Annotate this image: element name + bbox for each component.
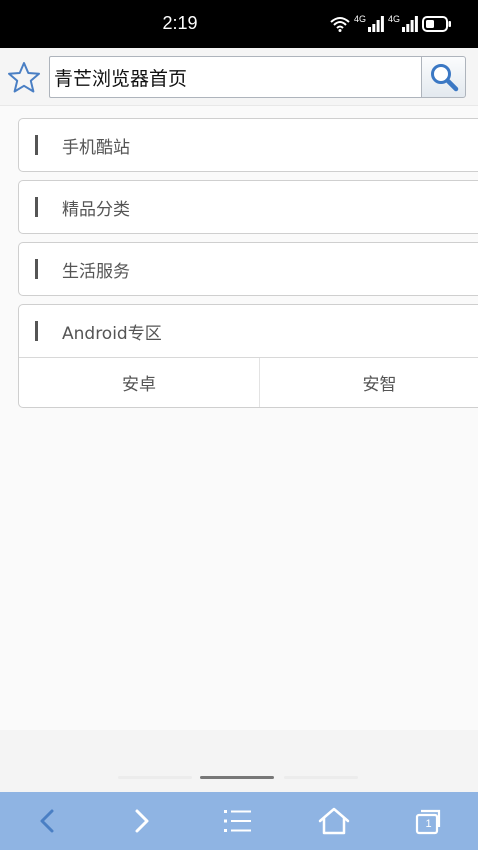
signal-icon (402, 16, 418, 32)
forward-button[interactable] (122, 804, 162, 838)
category-item[interactable]: 手机酷站 (18, 118, 478, 172)
bookmark-button[interactable] (6, 60, 42, 96)
magnifier-icon (430, 64, 458, 92)
page-indicator (284, 776, 358, 779)
category-item[interactable]: 生活服务 (18, 242, 478, 296)
back-button[interactable] (27, 804, 67, 838)
menu-button[interactable] (218, 804, 258, 838)
tabs-button[interactable]: 1 (408, 804, 448, 838)
network-type-label: 4G (353, 14, 366, 24)
category-marker (35, 259, 38, 279)
category-marker (35, 321, 38, 341)
category-item-android: Android专区 安卓 安智 (18, 304, 478, 408)
status-bar: 2:19 4G 4G (0, 0, 478, 48)
status-time: 2:19 (162, 13, 198, 33)
address-bar: 青芒浏览器首页 (0, 48, 478, 106)
page-indicator (118, 776, 192, 779)
url-input[interactable]: 青芒浏览器首页 (49, 56, 422, 98)
search-button[interactable] (421, 56, 466, 98)
category-label: Android专区 (62, 323, 162, 344)
category-header[interactable]: 生活服务 (19, 243, 478, 295)
wifi-icon (330, 17, 350, 32)
network-type-label: 4G (387, 14, 400, 24)
battery-icon (422, 16, 451, 32)
home-icon (318, 807, 350, 835)
category-header[interactable]: Android专区 (19, 305, 478, 357)
category-header[interactable]: 精品分类 (19, 181, 478, 233)
category-header[interactable]: 手机酷站 (19, 119, 478, 171)
signal-icon (367, 16, 384, 32)
menu-icon (224, 810, 251, 832)
home-button[interactable] (314, 804, 354, 838)
category-label: 手机酷站 (62, 137, 130, 158)
subitem-link[interactable]: 安智 (259, 358, 478, 407)
bottom-panel (0, 730, 478, 792)
category-marker (35, 135, 38, 155)
category-item[interactable]: 精品分类 (18, 180, 478, 234)
forward-icon (135, 809, 149, 833)
back-icon (40, 809, 54, 833)
tab-count: 1 (425, 818, 432, 830)
star-outline-icon (8, 62, 40, 93)
category-subitems: 安卓 安智 (19, 357, 478, 407)
category-label: 生活服务 (62, 261, 130, 282)
category-marker (35, 197, 38, 217)
bottom-toolbar: 1 (0, 792, 478, 850)
subitem-link[interactable]: 安卓 (19, 358, 259, 407)
status-icons: 4G 4G (330, 14, 452, 34)
page-indicator-active (200, 776, 274, 779)
category-label: 精品分类 (62, 199, 130, 220)
